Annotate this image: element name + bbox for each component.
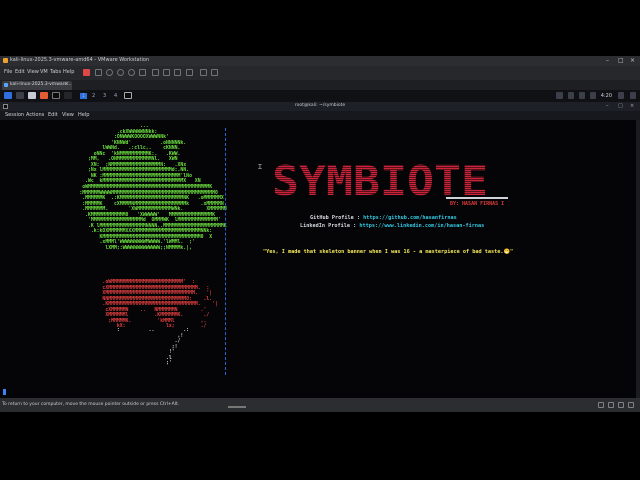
browser-icon[interactable] — [40, 92, 48, 99]
menu-help[interactable]: Help — [63, 69, 74, 75]
snapshot-icon[interactable] — [106, 69, 113, 76]
terminal-minimize-button[interactable]: – — [606, 103, 609, 109]
fullscreen-icon[interactable] — [186, 69, 193, 76]
volume-icon[interactable] — [568, 92, 574, 99]
workspace-4[interactable]: 4 — [114, 93, 117, 99]
suspend-icon[interactable] — [83, 69, 90, 76]
show-desktop-icon[interactable] — [16, 92, 24, 99]
menu-help-terminal[interactable]: Help — [78, 112, 89, 118]
menu-session[interactable]: Session — [5, 112, 24, 118]
network-icon[interactable] — [608, 402, 614, 408]
close-button[interactable]: × — [630, 57, 635, 64]
quote-text: "Yes, I made that skeleton banner when I… — [263, 249, 514, 255]
vmware-window-title: kali-linux-2025.3-vmware-amd64 - VMware … — [10, 57, 150, 63]
skeleton-ascii-art-white: : .. .: ,! ./ ;! !' .l ;' — [116, 328, 190, 367]
ibeam-cursor-icon: Ɪ — [258, 163, 262, 171]
file-manager-icon[interactable] — [28, 92, 36, 99]
status-message: To return to your computer, move the mou… — [2, 402, 180, 407]
sound-icon[interactable] — [628, 402, 634, 408]
terminal-icon[interactable] — [52, 92, 60, 99]
workspace-3[interactable]: 3 — [103, 93, 106, 99]
kali-top-panel: 1 2 3 4 4:20 — [0, 90, 640, 102]
menu-edit-terminal[interactable]: Edit — [48, 112, 58, 118]
menu-view[interactable]: View — [27, 69, 39, 75]
notification-icon[interactable] — [579, 92, 585, 99]
vmware-tab-strip: kali-linux-2025.3-vmware... × — [0, 80, 640, 90]
symbiote-banner: SYMBIOTE — [272, 160, 488, 200]
minimize-button[interactable]: – — [606, 57, 609, 64]
workspace-1[interactable]: 1 — [80, 93, 88, 99]
usb-icon[interactable] — [618, 402, 624, 408]
terminal-cursor — [3, 389, 6, 395]
logout-icon[interactable] — [630, 92, 636, 99]
snapshot-manager-icon[interactable] — [128, 69, 135, 76]
display-icon[interactable] — [556, 92, 563, 99]
linkedin-label: LinkedIn Profile : — [300, 223, 360, 229]
vmware-menu-bar: File Edit View VM Tabs Help — [0, 66, 640, 80]
lock-icon[interactable] — [618, 92, 624, 99]
banner-text: SYMBIOTE — [272, 160, 488, 200]
vm-tab[interactable]: kali-linux-2025.3-vmware... × — [2, 81, 72, 90]
power-icon[interactable] — [590, 92, 596, 99]
menu-file[interactable]: File — [4, 69, 12, 75]
send-keys-icon[interactable] — [139, 69, 146, 76]
github-label: GitHub Profile : — [310, 215, 364, 221]
library-icon[interactable] — [152, 69, 159, 76]
tab-close-icon[interactable]: × — [65, 81, 69, 87]
workspace-2[interactable]: 2 — [92, 93, 95, 99]
vm-tab-label: kali-linux-2025.3-vmware... — [10, 82, 72, 87]
terminal-scrollbar[interactable] — [636, 120, 640, 398]
terminal-title: root@kali: ~/symbiote — [294, 103, 346, 108]
terminal-title-bar: root@kali: ~/symbiote – □ × — [0, 102, 640, 111]
active-terminal-task[interactable] — [124, 92, 132, 99]
vm-icon — [4, 83, 8, 87]
unity-icon[interactable] — [200, 69, 207, 76]
stretch-icon[interactable] — [211, 69, 218, 76]
status-bar-handle — [228, 406, 246, 408]
author-credit: BY: HASAN FIRNAS I — [450, 201, 505, 207]
menu-vm[interactable]: VM — [40, 69, 48, 75]
vmware-app-icon — [3, 58, 8, 63]
menu-tabs[interactable]: Tabs — [50, 69, 61, 75]
terminal-close-button[interactable]: × — [630, 103, 634, 109]
console-view-icon[interactable] — [174, 69, 181, 76]
dropdown-icon[interactable] — [64, 92, 72, 99]
terminal-menu-bar: Session Actions Edit View Help — [0, 111, 640, 120]
panel-clock[interactable]: 4:20 — [601, 93, 612, 99]
revert-icon[interactable] — [117, 69, 124, 76]
linkedin-link[interactable]: https://www.linkedin.com/in/hasan-firnas — [359, 223, 484, 229]
art-divider — [225, 128, 226, 375]
thumbnail-icon[interactable] — [163, 69, 170, 76]
vmware-status-bar: To return to your computer, move the mou… — [0, 398, 640, 412]
dropdown-icon[interactable] — [95, 69, 102, 76]
skeleton-ascii-art-red: .oWMMMMMMMMMMMMMMMMMMMMMMMMM' : cXMMMMMM… — [102, 280, 218, 330]
kali-menu-icon[interactable] — [4, 92, 12, 99]
menu-actions[interactable]: Actions — [26, 112, 44, 118]
linkedin-line: LinkedIn Profile : https://www.linkedin.… — [300, 223, 484, 229]
github-link[interactable]: https://github.com/hasanfirnas — [363, 215, 457, 221]
maximize-button[interactable]: □ — [618, 57, 624, 64]
hard-disk-icon[interactable] — [598, 402, 604, 408]
vmware-title-bar: kali-linux-2025.3-vmware-amd64 - VMware … — [0, 56, 640, 66]
banner-underline — [446, 197, 508, 199]
skeleton-ascii-art-green: ... .ckXWWWWWNNkk: :ONWWWKOOOOXWWWNNk' '… — [79, 124, 227, 252]
menu-view-terminal[interactable]: View — [62, 112, 74, 118]
menu-edit[interactable]: Edit — [15, 69, 25, 75]
github-line: GitHub Profile : https://github.com/hasa… — [310, 215, 457, 221]
terminal-maximize-button[interactable]: □ — [618, 103, 623, 109]
